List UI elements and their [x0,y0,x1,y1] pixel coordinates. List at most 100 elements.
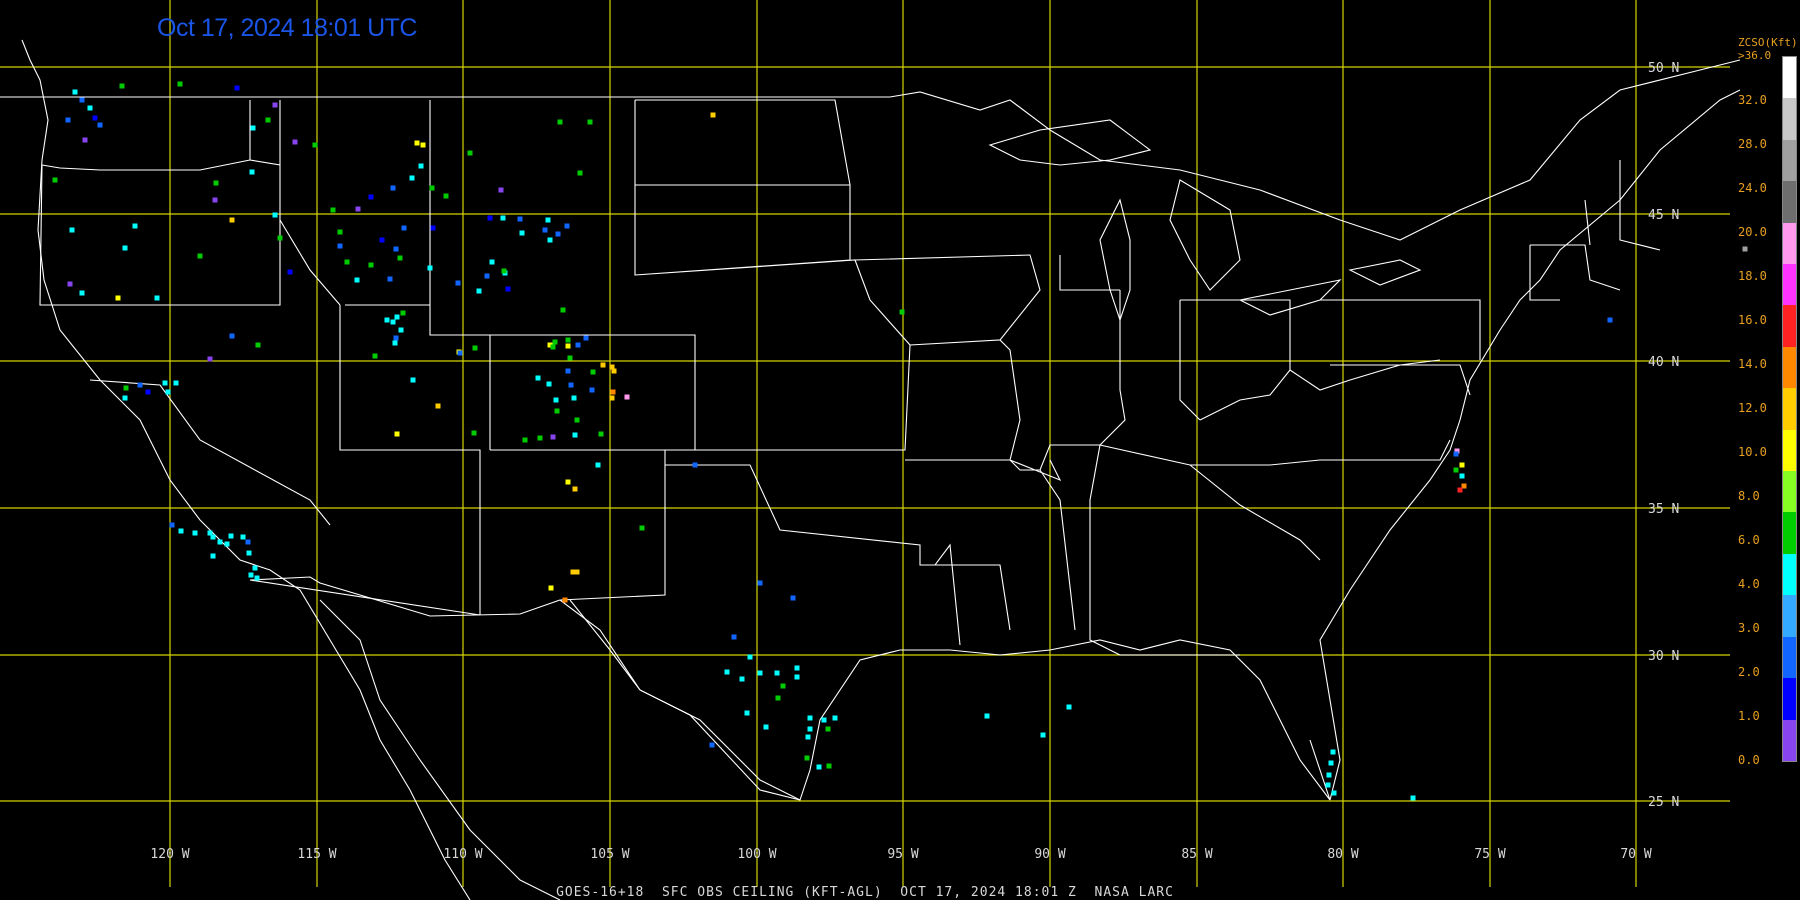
station-marker [414,140,420,146]
gulf-coast [569,599,1331,801]
station-marker [1457,487,1463,493]
legend-swatch [1783,305,1796,347]
station-marker [272,212,278,218]
legend-swatch [1783,512,1796,554]
station-marker [821,717,827,723]
station-marker [248,572,254,578]
station-marker [692,462,698,468]
station-marker [572,486,578,492]
station-marker [709,742,715,748]
station-marker [52,177,58,183]
station-marker [590,369,596,375]
station-marker [517,216,523,222]
station-marker [287,269,293,275]
station-marker [337,243,343,249]
station-marker [832,715,838,721]
legend-swatch [1783,98,1796,140]
station-marker [547,237,553,243]
station-marker [609,395,615,401]
longitude-label: 115 W [297,847,336,862]
legend-label: 16.0 [1738,313,1767,327]
station-marker [467,150,473,156]
station-marker [560,307,566,313]
state-boundaries [0,39,1741,900]
latitude-labels: 50 N 45 N 40 N 35 N 30 N 25 N [1648,61,1679,810]
station-marker [1459,473,1465,479]
legend-label: 6.0 [1738,533,1760,547]
station-marker [1453,451,1459,457]
latitude-label: 45 N [1648,208,1679,223]
legend-label: 10.0 [1738,445,1767,459]
station-marker [457,350,463,356]
station-marker [565,337,571,343]
station-marker [393,246,399,252]
station-marker [546,381,552,387]
station-marker [575,342,581,348]
station-marker [550,344,556,350]
station-marker [210,553,216,559]
station-marker [368,262,374,268]
longitude-label: 95 W [887,847,918,862]
latitude-label: 35 N [1648,502,1679,517]
station-marker [639,525,645,531]
legend-label: 0.0 [1738,753,1760,767]
station-marker [249,169,255,175]
lat-lon-grid [0,0,1730,887]
canada-border [0,59,1741,241]
station-marker [344,259,350,265]
mexico-border [249,576,801,801]
lake-ontario [1348,259,1422,286]
station-marker [277,235,283,241]
latitude-label: 30 N [1648,649,1679,664]
station-marker [763,724,769,730]
legend-swatch [1783,346,1796,389]
station-marker [780,683,786,689]
station-marker [394,431,400,437]
station-marker [387,276,393,282]
footer-caption: GOES-16+18 SFC OBS CEILING (KFT-AGL) OCT… [556,885,1174,900]
station-marker [554,408,560,414]
legend-swatch [1783,139,1796,182]
latitude-label: 40 N [1648,355,1679,370]
station-marker [207,356,213,362]
station-marker [455,280,461,286]
station-marker [409,175,415,181]
station-marker [379,237,385,243]
station-marker [229,333,235,339]
station-marker [390,319,396,325]
station-marker [69,227,75,233]
legend-swatch [1783,222,1796,265]
station-marker [589,387,595,393]
station-marker [192,530,198,536]
station-marker [67,281,73,287]
legend-color-bar [1782,56,1797,762]
station-marker [119,83,125,89]
legend-label: 32.0 [1738,93,1767,107]
station-marker [265,117,271,123]
station-marker [393,335,399,341]
station-marker [1742,246,1748,252]
station-marker [1453,467,1459,473]
station-marker [564,223,570,229]
station-marker [427,265,433,271]
station-marker [252,565,258,571]
legend-label: 8.0 [1738,489,1760,503]
station-marker [545,217,551,223]
station-marker [173,380,179,386]
station-marker [1325,782,1331,788]
station-marker [272,102,278,108]
station-marker [177,81,183,87]
latitude-label: 25 N [1648,795,1679,810]
station-marker [368,194,374,200]
mexico-coast [319,599,561,900]
legend-swatch [1783,181,1796,223]
station-marker [583,335,589,341]
station-marker [471,430,477,436]
station-marker [550,434,556,440]
longitude-label: 70 W [1620,847,1651,862]
station-marker [400,310,406,316]
station-marker [1607,317,1613,323]
station-marker [217,539,223,545]
station-marker [567,355,573,361]
station-marker [1459,462,1465,468]
